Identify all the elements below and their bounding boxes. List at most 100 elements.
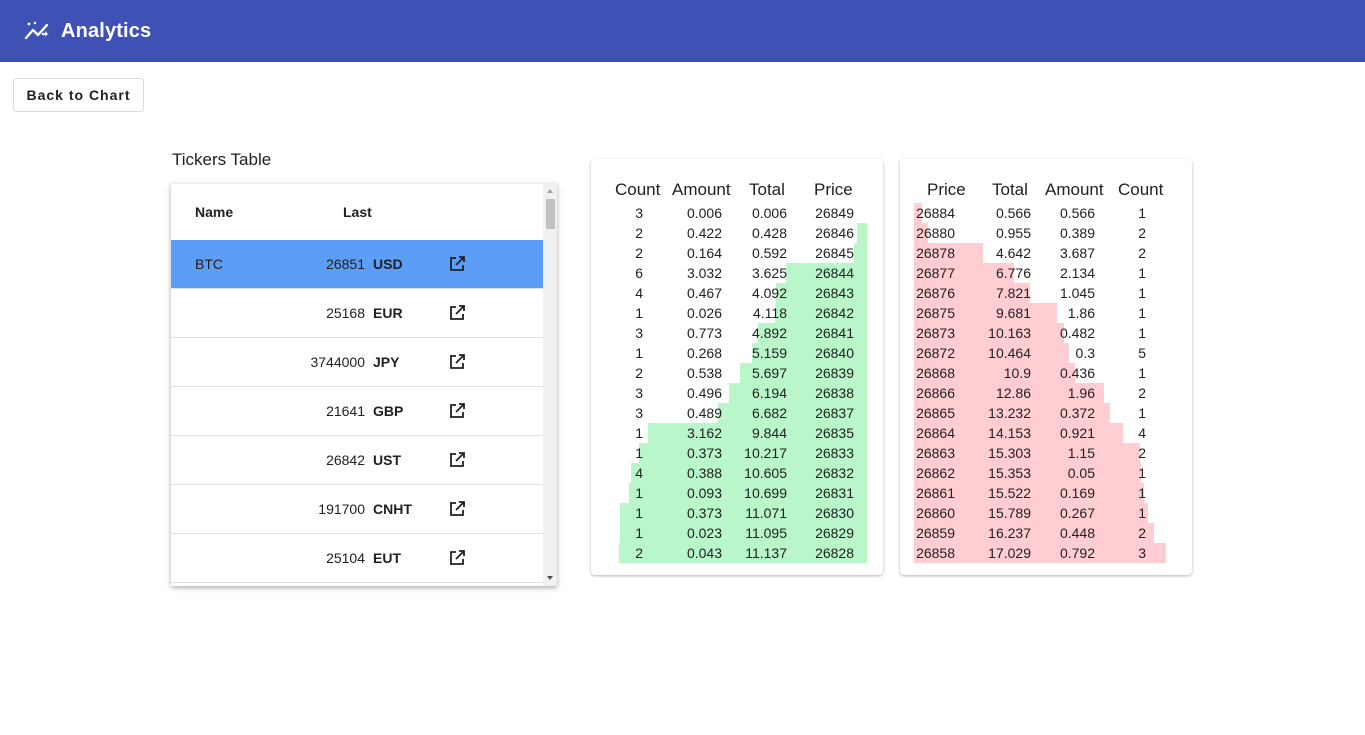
ticker-last-price: 21641 <box>326 403 365 419</box>
ask-amount: 0.3 <box>1075 345 1095 361</box>
open-in-new-icon[interactable] <box>447 401 467 421</box>
ask-amount: 0.389 <box>1059 225 1095 241</box>
ask-row: 26873 10.163 0.482 1 <box>900 323 1192 343</box>
ask-total: 15.303 <box>988 445 1031 461</box>
ticker-row[interactable]: 191700 CNHT <box>171 485 543 534</box>
open-in-new-icon[interactable] <box>447 450 467 470</box>
bid-price: 26838 <box>815 385 854 401</box>
ticker-row[interactable]: 3744000 JPY <box>171 338 543 387</box>
bid-amount: 0.164 <box>686 245 722 261</box>
ticker-row[interactable]: 25168 EUR <box>171 289 543 338</box>
ticker-last-price: 25104 <box>326 550 365 566</box>
ask-total: 12.86 <box>995 385 1031 401</box>
open-in-new-icon[interactable] <box>447 352 467 372</box>
ask-total: 7.821 <box>995 285 1031 301</box>
tickers-scrollbar[interactable] <box>543 184 557 586</box>
ticker-row[interactable]: 21641 GBP <box>171 387 543 436</box>
ask-total: 15.353 <box>988 465 1031 481</box>
ask-price: 26878 <box>916 245 955 261</box>
ask-total: 17.029 <box>988 545 1031 561</box>
bid-amount: 0.373 <box>686 505 722 521</box>
ask-total: 4.642 <box>995 245 1031 261</box>
scroll-down-arrow-icon[interactable] <box>547 576 553 580</box>
ask-amount: 1.96 <box>1067 385 1095 401</box>
ask-price: 26866 <box>916 385 955 401</box>
scroll-thumb[interactable] <box>546 199 555 229</box>
ask-price: 26862 <box>916 465 955 481</box>
bid-count: 2 <box>635 225 643 241</box>
ask-price: 26876 <box>916 285 955 301</box>
ask-price: 26880 <box>916 225 955 241</box>
bid-count: 4 <box>635 285 643 301</box>
bid-total: 5.697 <box>751 365 787 381</box>
ask-total: 9.681 <box>995 305 1031 321</box>
last-column-header: Last <box>343 204 372 220</box>
open-in-new-icon[interactable] <box>447 303 467 323</box>
bid-count: 1 <box>635 505 643 521</box>
ask-price: 26873 <box>916 325 955 341</box>
bid-row: 3 0.496 6.194 26838 <box>591 383 883 403</box>
bid-count: 4 <box>635 465 643 481</box>
ask-count: 1 <box>1138 265 1146 281</box>
ticker-currency: GBP <box>373 403 404 419</box>
ask-total: 15.789 <box>988 505 1031 521</box>
bid-row: 2 0.043 11.137 26828 <box>591 543 883 563</box>
ask-amount: 1.86 <box>1067 305 1095 321</box>
bid-row: 1 0.023 11.095 26829 <box>591 523 883 543</box>
open-in-new-icon[interactable] <box>447 499 467 519</box>
ask-total: 16.237 <box>988 525 1031 541</box>
ask-price: 26865 <box>916 405 955 421</box>
ask-price: 26884 <box>916 205 955 221</box>
bid-amount: 0.388 <box>686 465 722 481</box>
bid-row: 1 0.093 10.699 26831 <box>591 483 883 503</box>
ask-row: 26866 12.86 1.96 2 <box>900 383 1192 403</box>
app-title: Analytics <box>61 20 152 42</box>
ask-count: 1 <box>1138 305 1146 321</box>
ask-total: 6.776 <box>995 265 1031 281</box>
open-in-new-icon[interactable] <box>447 548 467 568</box>
ask-price: 26877 <box>916 265 955 281</box>
name-column-header: Name <box>195 204 234 220</box>
ticker-currency: EUR <box>373 305 403 321</box>
ask-row: 26872 10.464 0.3 5 <box>900 343 1192 363</box>
bid-amount: 0.538 <box>686 365 722 381</box>
bid-row: 2 0.538 5.697 26839 <box>591 363 883 383</box>
asks-total-header: Total <box>992 180 1028 199</box>
ticker-row[interactable]: BTC 26851 USD <box>171 240 543 289</box>
bid-row: 3 0.773 4.892 26841 <box>591 323 883 343</box>
bid-total: 11.095 <box>745 525 787 541</box>
ask-row: 26884 0.566 0.566 1 <box>900 203 1192 223</box>
ask-total: 0.955 <box>995 225 1031 241</box>
ask-price: 26868 <box>916 365 955 381</box>
bids-price-header: Price <box>814 180 853 199</box>
bid-total: 0.428 <box>751 225 787 241</box>
ticker-last-price: 26842 <box>326 452 365 468</box>
bid-row: 1 0.373 10.217 26833 <box>591 443 883 463</box>
bid-price: 26829 <box>815 525 854 541</box>
ask-row: 26858 17.029 0.792 3 <box>900 543 1192 563</box>
bid-count: 3 <box>635 405 643 421</box>
bid-row: 1 0.026 4.118 26842 <box>591 303 883 323</box>
back-to-chart-button[interactable]: Back to Chart <box>13 78 144 112</box>
bid-amount: 0.489 <box>686 405 722 421</box>
ticker-currency: EUT <box>373 550 401 566</box>
ticker-row[interactable]: 25104 EUT <box>171 534 543 583</box>
ask-count: 1 <box>1138 365 1146 381</box>
bid-amount: 0.026 <box>686 305 722 321</box>
open-in-new-icon[interactable] <box>447 254 467 274</box>
bid-row: 2 0.422 0.428 26846 <box>591 223 883 243</box>
bid-row: 1 3.162 9.844 26835 <box>591 423 883 443</box>
ticker-row[interactable]: 26842 UST <box>171 436 543 485</box>
bid-amount: 3.032 <box>686 265 722 281</box>
ask-total: 15.522 <box>988 485 1031 501</box>
ask-row: 26876 7.821 1.045 1 <box>900 283 1192 303</box>
bids-total-header: Total <box>749 180 785 199</box>
bid-price: 26844 <box>815 265 854 281</box>
bid-price: 26842 <box>815 305 854 321</box>
bid-amount: 0.268 <box>686 345 722 361</box>
bid-price: 26840 <box>815 345 854 361</box>
bid-amount: 3.162 <box>686 425 722 441</box>
tickers-table: Name Last BTC 26851 USD 25168 EUR 3744000 JPY 2… <box>171 184 557 586</box>
scroll-up-arrow-icon[interactable] <box>547 189 553 193</box>
bid-amount: 0.006 <box>686 205 722 221</box>
